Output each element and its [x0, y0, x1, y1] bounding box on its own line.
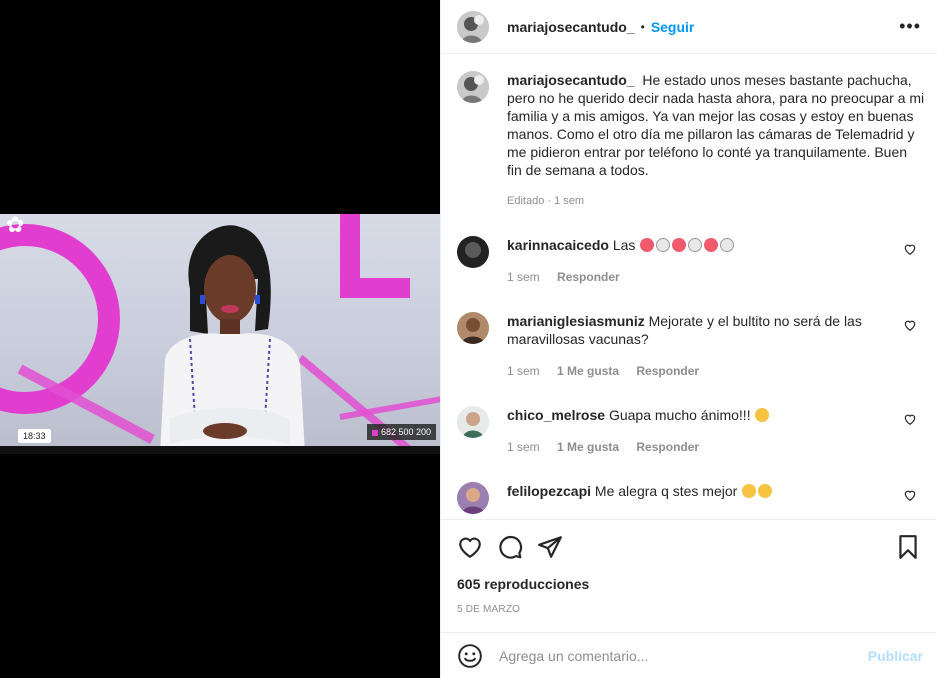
post-sidebar: mariajosecantudo_ • Seguir ••• mariajose… [440, 0, 937, 678]
tv-bezel [0, 446, 440, 454]
header-separator: • [640, 19, 645, 34]
skull-emoji-icon [720, 238, 735, 252]
comment-item: felilopezcapi Me alegra q stes mejor [457, 482, 925, 514]
skull-emoji-icon [656, 238, 671, 252]
comment-username[interactable]: felilopezcapi [507, 483, 591, 499]
comment-time: 1 sem [507, 440, 540, 454]
comment-meta: 1 sem 1 Me gusta Responder [507, 362, 889, 380]
comment-time: 1 sem [507, 270, 540, 284]
caption-username[interactable]: mariajosecantudo_ [507, 72, 635, 88]
comment-likes-button[interactable]: 1 Me gusta [557, 440, 619, 454]
comment-text: Me alegra q stes mejor [594, 483, 738, 499]
emoji-picker-icon[interactable] [457, 643, 483, 669]
like-comment-heart-icon[interactable] [903, 412, 917, 426]
comment-likes-button[interactable]: 1 Me gusta [557, 364, 619, 378]
comment-input[interactable] [499, 647, 868, 664]
post-header: mariajosecantudo_ • Seguir ••• [441, 0, 937, 54]
comment-composer: Publicar [441, 632, 937, 678]
follow-button[interactable]: Seguir [651, 19, 695, 35]
view-count[interactable]: 605 reproducciones [457, 576, 921, 592]
comment-meta: 1 sem 1 Me gusta Responder [507, 438, 889, 456]
author-username[interactable]: mariajosecantudo_ [507, 19, 635, 35]
post-date[interactable]: 5 DE MARZO [457, 604, 921, 615]
comment-body: karinnacaicedo Las 1 sem Responder [507, 236, 889, 286]
comment-username[interactable]: chico_melrose [507, 407, 605, 423]
skull-emoji-icon [688, 238, 703, 252]
action-icons [457, 534, 921, 560]
like-comment-heart-icon[interactable] [903, 242, 917, 256]
presenter-figure [160, 225, 305, 454]
comment-username[interactable]: marianiglesiasmuniz [507, 313, 645, 329]
author-avatar[interactable] [457, 10, 489, 43]
comment-body: felilopezcapi Me alegra q stes mejor [507, 482, 889, 514]
comment-text: Las [612, 237, 636, 253]
share-paper-plane-icon[interactable] [537, 534, 563, 560]
like-comment-heart-icon[interactable] [903, 318, 917, 332]
comment-body: chico_melrose Guapa mucho ánimo!!! 1 sem… [507, 406, 889, 456]
comment-item: chico_melrose Guapa mucho ánimo!!! 1 sem… [457, 406, 925, 456]
comment-meta: 1 sem Responder [507, 268, 889, 286]
reply-button[interactable]: Responder [557, 270, 620, 284]
save-bookmark-icon[interactable] [895, 534, 921, 560]
syringe-emoji-icon [704, 238, 719, 252]
comments-list[interactable]: mariajosecantudo_ He estado unos meses b… [441, 55, 937, 519]
syringe-emoji-icon [640, 238, 655, 252]
video-frame[interactable]: ✿ 18:33 682 500 200 [0, 214, 440, 454]
commenter-avatar[interactable] [457, 312, 489, 344]
commenter-avatar[interactable] [457, 406, 489, 438]
kissing-face-emoji-icon [742, 484, 757, 498]
caption-meta: Editado · 1 sem [507, 195, 585, 207]
hugging-face-emoji-icon [755, 408, 770, 422]
commenter-avatar[interactable] [457, 482, 489, 514]
tv-clock: 18:33 [18, 429, 51, 443]
post-actions: 605 reproducciones 5 DE MARZO [441, 519, 937, 615]
tv-phone-number: 682 500 200 [366, 424, 436, 440]
syringe-emoji-icon [672, 238, 687, 252]
comment-item: marianiglesiasmuniz Mejorate y el bultit… [457, 312, 925, 380]
like-comment-heart-icon[interactable] [903, 488, 917, 502]
comment-body: marianiglesiasmuniz Mejorate y el bultit… [507, 312, 889, 380]
post-caption: mariajosecantudo_ He estado unos meses b… [457, 71, 925, 210]
reply-button[interactable]: Responder [636, 364, 699, 378]
author-avatar[interactable] [457, 71, 489, 103]
commenter-avatar[interactable] [457, 236, 489, 268]
comment-item: karinnacaicedo Las 1 sem Responder [457, 236, 925, 286]
comment-username[interactable]: karinnacaicedo [507, 237, 609, 253]
caption-body: mariajosecantudo_ He estado unos meses b… [507, 71, 925, 210]
comment-bubble-icon[interactable] [497, 534, 523, 560]
publish-button[interactable]: Publicar [868, 648, 923, 664]
reply-button[interactable]: Responder [636, 440, 699, 454]
post-media[interactable]: ✿ 18:33 682 500 200 [0, 0, 440, 678]
channel-logo-icon: ✿ [6, 214, 25, 237]
comment-text: Guapa mucho ánimo!!! [608, 407, 751, 423]
instagram-post-modal: ✿ 18:33 682 500 200 mariajosecantudo_ • … [0, 0, 937, 678]
kissing-face-emoji-icon [758, 484, 773, 498]
like-heart-icon[interactable] [457, 534, 483, 560]
more-options-icon[interactable]: ••• [899, 16, 921, 37]
tv-graphic-bracket [340, 214, 410, 298]
comment-time: 1 sem [507, 364, 540, 378]
